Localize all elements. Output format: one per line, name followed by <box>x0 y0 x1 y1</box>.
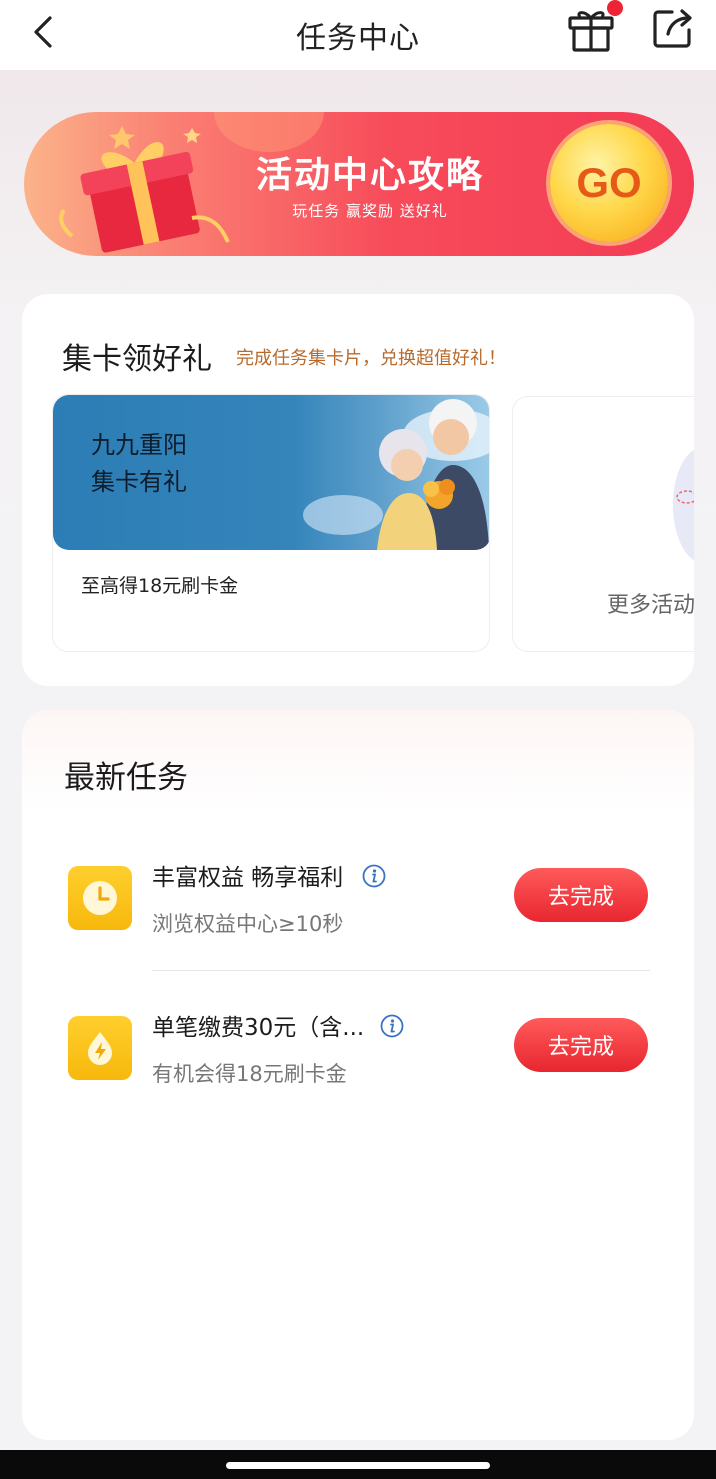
latest-tasks-section: 最新任务 丰富权益 畅享福利 浏览权益中心≥10秒 去完成 单笔缴费30元（含.… <box>22 710 694 1440</box>
task-item: 单笔缴费30元（含... 有机会得18元刷卡金 去完成 <box>66 1006 650 1136</box>
more-activities-card[interactable]: 更多活动 <box>512 396 694 652</box>
chevron-left-icon[interactable] <box>26 14 62 50</box>
banner-subtitle: 玩任务 赢奖励 送好礼 <box>292 202 448 220</box>
top-navigation-bar: 任务中心 <box>0 0 716 70</box>
section-title: 集卡领好礼 <box>62 342 212 377</box>
info-icon[interactable] <box>362 864 386 888</box>
section-subtitle: 完成任务集卡片，兑换超值好礼！ <box>236 348 506 369</box>
energy-drop-icon <box>68 1016 132 1080</box>
activity-card-chongyang[interactable]: 九九重阳 集卡有礼 至高得18元刷卡金 <box>52 394 490 652</box>
section-title: 最新任务 <box>64 760 188 796</box>
go-button[interactable]: GO <box>550 124 668 242</box>
clock-icon <box>68 866 132 930</box>
go-label: GO <box>576 159 642 206</box>
home-indicator[interactable] <box>226 1462 490 1469</box>
gift-box-illustration <box>59 126 230 253</box>
divider <box>152 970 650 971</box>
activity-image-title: 九九重阳 集卡有礼 <box>91 427 187 501</box>
more-activities-illustration <box>673 449 694 561</box>
task-item: 丰富权益 畅享福利 浏览权益中心≥10秒 去完成 <box>66 856 650 986</box>
activity-title-line1: 九九重阳 <box>91 431 187 459</box>
notification-dot <box>607 0 623 16</box>
complete-task-button[interactable]: 去完成 <box>514 868 648 922</box>
task-description: 有机会得18元刷卡金 <box>152 1062 347 1086</box>
activity-image: 九九重阳 集卡有礼 <box>53 395 489 550</box>
activity-strategy-banner[interactable]: 活动中心攻略 玩任务 赢奖励 送好礼 GO <box>24 112 694 256</box>
task-name: 单笔缴费30元（含... <box>152 1015 365 1041</box>
complete-task-button[interactable]: 去完成 <box>514 1018 648 1072</box>
activity-title-line2: 集卡有礼 <box>91 468 187 496</box>
share-icon[interactable] <box>652 8 694 48</box>
banner-title: 活动中心攻略 <box>255 155 484 196</box>
activity-reward: 至高得18元刷卡金 <box>81 575 239 597</box>
task-name: 丰富权益 畅享福利 <box>152 865 344 891</box>
collect-cards-section: 集卡领好礼 完成任务集卡片，兑换超值好礼！ 九九重阳 集卡有礼 至高得18元刷卡… <box>22 294 694 686</box>
page-title: 任务中心 <box>296 21 420 56</box>
info-icon[interactable] <box>380 1014 404 1038</box>
more-activities-label: 更多活动 <box>607 593 694 618</box>
elderly-couple-illustration <box>303 399 489 550</box>
task-description: 浏览权益中心≥10秒 <box>152 912 344 936</box>
